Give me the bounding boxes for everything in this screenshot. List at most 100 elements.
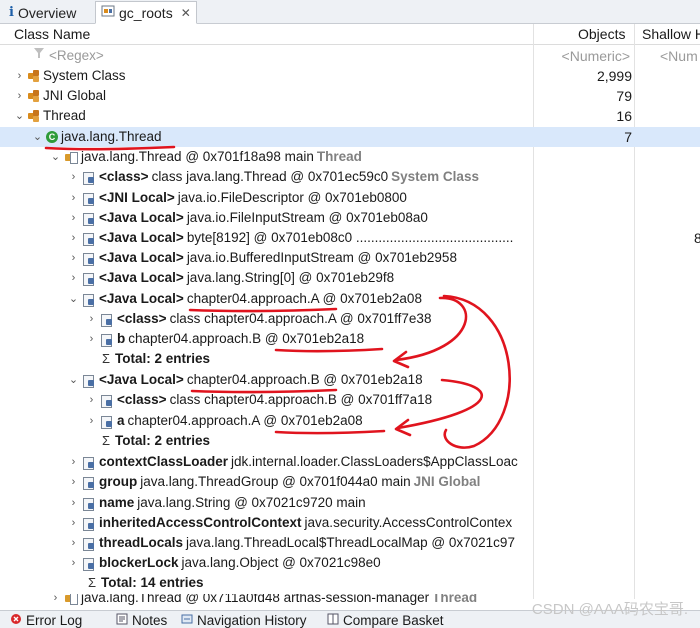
tab-overview-label: Overview <box>17 4 77 21</box>
chevron-down-icon[interactable]: ⌄ <box>68 289 79 309</box>
thread-object-icon <box>64 151 78 164</box>
reference-value: class chapter04.approach.A @ 0x701ff7e38 <box>169 311 432 326</box>
object-reference-icon <box>100 313 114 327</box>
reference-value: chapter04.approach.A @ 0x701eb2a08 <box>186 291 422 306</box>
table-row[interactable]: › <Java Local> java.io.FileInputStream @… <box>0 208 700 228</box>
object-reference-icon <box>100 415 114 429</box>
table-row[interactable]: › <Java Local> java.lang.String[0] @ 0x7… <box>0 268 700 288</box>
table-row-total: Σ Total: 14 entries <box>0 573 700 593</box>
table-row[interactable]: › inheritedAccessControlContext java.sec… <box>0 513 700 533</box>
column-header-objects[interactable]: Objects <box>578 24 625 45</box>
chevron-right-icon[interactable]: › <box>86 309 97 329</box>
chevron-right-icon[interactable]: › <box>68 493 79 513</box>
class-group-icon <box>28 70 40 82</box>
chevron-right-icon[interactable]: › <box>14 66 25 86</box>
navigation-history-icon <box>181 613 193 628</box>
table-row[interactable]: › b chapter04.approach.B @ 0x701eb2a18 <box>0 329 700 349</box>
objects-numeric-filter[interactable]: <Numeric> <box>562 46 630 66</box>
table-row[interactable]: › <class> class chapter04.approach.A @ 0… <box>0 309 700 329</box>
shallow-numeric-filter[interactable]: <Num <box>660 46 700 66</box>
table-row[interactable]: › <JNI Local> java.io.FileDescriptor @ 0… <box>0 188 700 208</box>
objects-count: 79 <box>616 88 632 104</box>
chevron-right-icon[interactable]: › <box>68 513 79 533</box>
reference-value: java.security.AccessControlContex <box>304 515 513 530</box>
table-row[interactable]: › blockerLock java.lang.Object @ 0x7021c… <box>0 553 700 573</box>
reference-value: class chapter04.approach.B @ 0x701ff7a18 <box>169 392 433 407</box>
reference-label: blockerLock <box>99 555 179 570</box>
object-reference-icon <box>100 333 114 347</box>
table-row[interactable]: › a chapter04.approach.A @ 0x701eb2a08 <box>0 411 700 431</box>
chevron-right-icon[interactable]: › <box>68 533 79 553</box>
table-row[interactable]: ⌄ <Java Local> chapter04.approach.A @ 0x… <box>0 289 700 309</box>
table-row[interactable]: › threadLocals java.lang.ThreadLocal$Thr… <box>0 533 700 553</box>
reference-value: java.io.FileDescriptor @ 0x701eb0800 <box>177 190 407 205</box>
chevron-down-icon[interactable]: ⌄ <box>14 106 25 126</box>
reference-value: chapter04.approach.B @ 0x701eb2a18 <box>128 331 365 346</box>
chevron-down-icon[interactable]: ⌄ <box>50 147 61 167</box>
table-row[interactable]: › java.lang.Thread @ 0x711a0fd48 arthas-… <box>0 594 700 608</box>
tab-gc-roots[interactable]: gc_roots ✕ <box>95 1 197 24</box>
column-header-shallow-heap[interactable]: Shallow H <box>642 24 700 45</box>
tab-notes[interactable]: Notes <box>116 613 167 628</box>
tab-compare-basket[interactable]: Compare Basket <box>327 613 444 628</box>
row-name: java.lang.Thread @ 0x711a0fd48 arthas-se… <box>81 594 430 605</box>
table-row[interactable]: › contextClassLoader jdk.internal.loader… <box>0 452 700 472</box>
table-row[interactable]: ⌄ Thread 16 <box>0 106 700 126</box>
chevron-right-icon[interactable]: › <box>14 86 25 106</box>
objects-count: 7 <box>624 129 632 145</box>
table-row[interactable]: › <class> class java.lang.Thread @ 0x701… <box>0 167 700 187</box>
regex-filter-icon <box>32 46 46 66</box>
table-header: Class Name Objects Shallow H <box>0 24 700 45</box>
tab-error-log[interactable]: Error Log <box>10 613 82 628</box>
table-row[interactable]: › <class> class chapter04.approach.B @ 0… <box>0 390 700 410</box>
table-row[interactable]: › JNI Global 79 <box>0 86 700 106</box>
chevron-right-icon[interactable]: › <box>68 268 79 288</box>
chevron-right-icon[interactable]: › <box>68 553 79 573</box>
reference-value: java.lang.String @ 0x7021c9720 main <box>137 495 366 510</box>
reference-value: java.lang.Object @ 0x7021c98e0 <box>181 555 381 570</box>
table-row[interactable]: › group java.lang.ThreadGroup @ 0x701f04… <box>0 472 700 492</box>
chevron-right-icon[interactable]: › <box>68 228 79 248</box>
gc-root-tag: JNI Global <box>413 474 481 489</box>
table-row[interactable]: › <Java Local> byte[8192] @ 0x701eb08c0 … <box>0 228 700 248</box>
table-row[interactable]: ⌄ <Java Local> chapter04.approach.B @ 0x… <box>0 370 700 390</box>
object-reference-icon <box>82 252 96 266</box>
chevron-right-icon[interactable]: › <box>68 188 79 208</box>
regex-filter-input[interactable]: <Regex> <box>49 46 104 66</box>
table-row-total: Σ Total: 2 entries <box>0 349 700 369</box>
chevron-right-icon[interactable]: › <box>68 248 79 268</box>
table-row-selected[interactable]: ⌄ C java.lang.Thread 7 <box>0 127 700 147</box>
object-reference-icon <box>82 192 96 206</box>
object-reference-icon <box>82 374 96 388</box>
filter-row: <Regex> <Numeric> <Num <box>0 46 700 66</box>
table-row[interactable]: › name java.lang.String @ 0x7021c9720 ma… <box>0 493 700 513</box>
sum-icon: Σ <box>101 351 111 366</box>
chevron-right-icon[interactable]: › <box>68 208 79 228</box>
tab-gc-roots-label: gc_roots <box>119 4 173 21</box>
info-icon: i <box>9 5 14 20</box>
chevron-right-icon[interactable]: › <box>50 594 61 608</box>
chevron-right-icon[interactable]: › <box>86 411 97 431</box>
table-row[interactable]: › <Java Local> java.io.BufferedInputStre… <box>0 248 700 268</box>
reference-label: <class> <box>117 392 167 407</box>
chevron-right-icon[interactable]: › <box>68 472 79 492</box>
chevron-right-icon[interactable]: › <box>86 329 97 349</box>
column-header-class-name[interactable]: Class Name <box>14 24 90 45</box>
chevron-down-icon[interactable]: ⌄ <box>32 127 43 147</box>
tab-navigation-history[interactable]: Navigation History <box>181 613 307 628</box>
tab-overview[interactable]: i Overview <box>4 1 81 24</box>
objects-count: 2,999 <box>596 68 632 84</box>
reference-label: <Java Local> <box>99 372 184 387</box>
chevron-right-icon[interactable]: › <box>68 167 79 187</box>
table-row[interactable]: › System Class 2,999 <box>0 66 700 86</box>
chevron-down-icon[interactable]: ⌄ <box>68 370 79 390</box>
reference-label: contextClassLoader <box>99 454 229 469</box>
table-row[interactable]: ⌄ java.lang.Thread @ 0x701f18a98 main Th… <box>0 147 700 167</box>
close-icon[interactable]: ✕ <box>181 6 191 20</box>
reference-label: group <box>99 474 138 489</box>
object-reference-icon <box>82 456 96 470</box>
shallow-heap-value: 8 <box>694 230 700 246</box>
chevron-right-icon[interactable]: › <box>68 452 79 472</box>
total-entries: Total: 14 entries <box>101 575 204 590</box>
chevron-right-icon[interactable]: › <box>86 390 97 410</box>
